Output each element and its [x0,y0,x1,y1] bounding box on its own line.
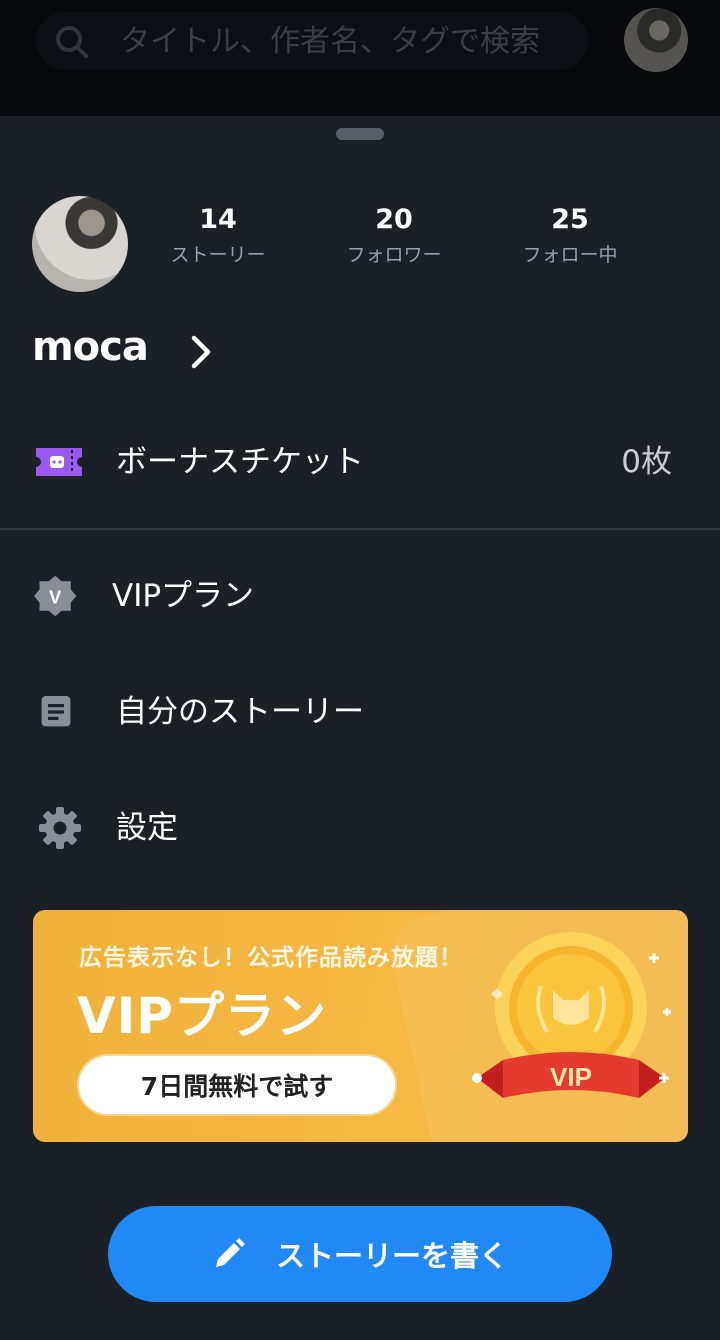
divider [0,528,720,530]
menu-item-bonus-ticket[interactable]: ボーナスチケット 0枚 [0,422,720,502]
settings-label: 設定 [116,810,178,846]
stat-followers-label: フォロワー [346,244,442,266]
banner-subtitle: 広告表示なし！公式作品読み放題！ [79,945,463,971]
bonus-ticket-count: 0枚 [621,444,672,480]
username[interactable]: moca [32,324,149,370]
pencil-icon [215,1238,245,1267]
stat-stories[interactable]: 14 ストーリー [148,202,288,270]
profile-avatar[interactable] [32,196,128,292]
my-stories-label: 自分のストーリー [116,694,364,730]
stat-following-label: フォロー中 [522,244,618,266]
write-story-button[interactable]: ストーリーを書く [108,1206,612,1302]
bonus-ticket-label: ボーナスチケット [116,444,364,480]
vip-plan-label: VIPプラン [112,578,255,614]
stat-followers-count: 20 [375,204,413,235]
banner-title: VIPプラン [77,987,327,1045]
search-bar[interactable] [36,12,588,70]
header-avatar[interactable] [624,8,688,72]
document-icon [41,696,71,727]
write-story-label: ストーリーを書く [275,1239,508,1273]
search-input[interactable] [120,12,580,70]
top-bar [0,0,720,116]
stat-following-count: 25 [551,204,589,235]
menu-item-settings[interactable]: 設定 [0,788,720,868]
stat-followers[interactable]: 20 フォロワー [324,202,464,270]
free-trial-button[interactable]: 7日間無料で試す [77,1054,397,1116]
medal-label: VIP [550,1062,592,1092]
stat-following[interactable]: 25 フォロー中 [500,202,640,270]
sheet-drag-handle[interactable] [336,128,384,140]
vip-badge-icon: V [34,575,77,617]
menu-item-my-stories[interactable]: 自分のストーリー [0,672,720,752]
chevron-right-icon[interactable] [186,332,216,372]
search-icon [56,26,88,58]
gear-icon [39,807,81,849]
vip-promo-banner[interactable]: 広告表示なし！公式作品読み放題！ VIPプラン 7日間無料で試す VIP [33,910,688,1142]
vip-medal-icon: VIP [472,932,671,1098]
ticket-icon [36,448,82,476]
stat-stories-count: 14 [199,204,237,235]
menu-item-vip-plan[interactable]: V VIPプラン [0,556,720,636]
svg-text:V: V [49,586,62,607]
stat-stories-label: ストーリー [170,244,266,266]
account-sheet: 14 ストーリー 20 フォロワー 25 フォロー中 moca ボーナスチケット… [0,116,720,1340]
